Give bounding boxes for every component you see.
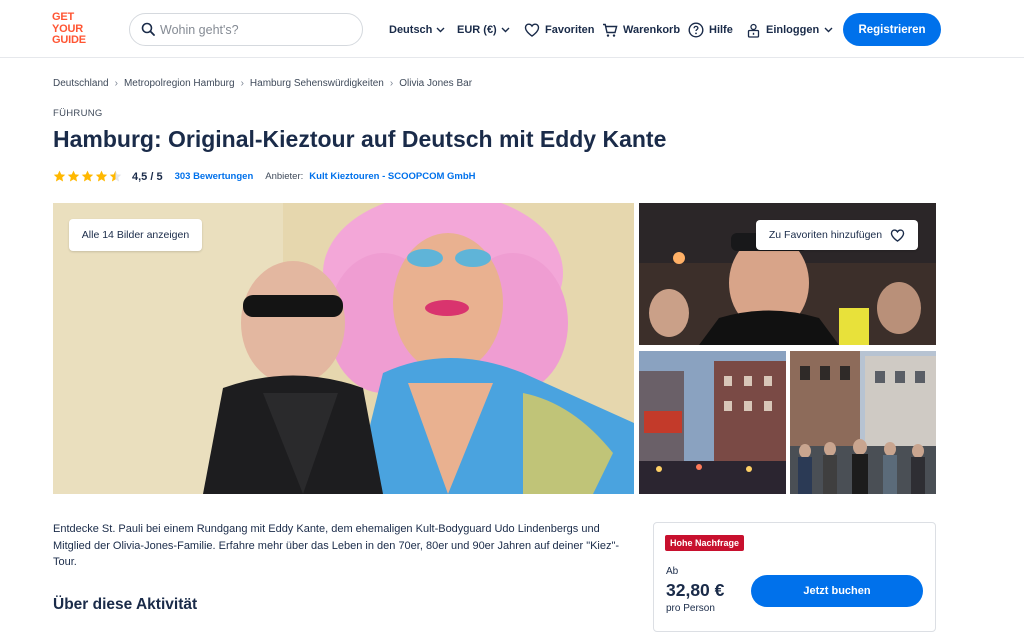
- per-person-label: pro Person: [666, 603, 715, 614]
- breadcrumb-item[interactable]: Deutschland: [53, 78, 109, 89]
- star-icon: [67, 170, 80, 182]
- breadcrumb: Deutschland › Metropolregion Hamburg › H…: [53, 78, 472, 89]
- login-label: Einloggen: [766, 24, 820, 36]
- star-icon: [81, 170, 94, 182]
- page-title: Hamburg: Original-Kieztour auf Deutsch m…: [53, 126, 667, 152]
- provider-label: Anbieter:: [265, 171, 304, 182]
- star-icon: [95, 170, 108, 182]
- star-half-icon: [109, 170, 122, 182]
- show-all-photos-button[interactable]: Alle 14 Bilder anzeigen: [69, 219, 202, 251]
- register-button[interactable]: Registrieren: [843, 13, 941, 46]
- favorites-link[interactable]: Favoriten: [524, 20, 595, 40]
- breadcrumb-item[interactable]: Olivia Jones Bar: [399, 78, 472, 89]
- about-heading: Über diese Aktivität: [53, 596, 198, 613]
- help-label: Hilfe: [709, 24, 733, 36]
- cart-icon: [603, 23, 618, 37]
- photo-illustration: [639, 351, 786, 494]
- cart-link[interactable]: Warenkorb: [602, 20, 680, 40]
- activity-category: FÜHRUNG: [53, 108, 103, 119]
- add-to-favorites-button[interactable]: Zu Favoriten hinzufügen: [756, 220, 918, 250]
- cart-label: Warenkorb: [623, 24, 681, 36]
- breadcrumb-item[interactable]: Hamburg Sehenswürdigkeiten: [250, 78, 384, 89]
- top-header: GET YOUR GUIDE Deutsch EUR (€) Favoriten…: [0, 0, 1024, 58]
- rating-score: 4,5 / 5: [132, 170, 163, 183]
- getyourguide-logo[interactable]: GET YOUR GUIDE: [52, 11, 96, 48]
- currency-selector[interactable]: EUR (€): [457, 20, 510, 40]
- logo-line-3: GUIDE: [52, 34, 86, 46]
- photo-gallery: Alle 14 Bilder anzeigen Zu Favoriten hin…: [53, 203, 936, 494]
- reviews-link[interactable]: 303 Bewertungen: [175, 171, 254, 182]
- user-lock-icon: [747, 23, 760, 38]
- gallery-photo-top-right[interactable]: Zu Favoriten hinzufügen: [639, 203, 936, 345]
- high-demand-badge: Hohe Nachfrage: [665, 535, 745, 551]
- logo-line-1: GET: [52, 11, 75, 23]
- star-icon: [53, 170, 66, 182]
- breadcrumb-separator: ›: [389, 78, 394, 89]
- photo-illustration: [790, 351, 936, 494]
- favorites-label: Favoriten: [545, 24, 595, 36]
- heart-icon: [524, 23, 540, 37]
- breadcrumb-separator: ›: [240, 78, 244, 89]
- activity-description: Entdecke St. Pauli bei einem Rundgang mi…: [53, 523, 620, 568]
- booking-card: Hohe Nachfrage Ab 32,80 € pro Person Jet…: [653, 522, 936, 632]
- chevron-down-icon: [436, 27, 445, 33]
- price-value: 32,80 €: [666, 580, 725, 600]
- chevron-down-icon: [501, 27, 510, 33]
- help-link[interactable]: Hilfe: [688, 20, 733, 40]
- chevron-down-icon: [824, 27, 833, 33]
- main-photo[interactable]: Alle 14 Bilder anzeigen: [53, 203, 634, 494]
- price-from-label: Ab: [666, 566, 679, 577]
- login-menu[interactable]: Einloggen: [746, 20, 833, 40]
- currency-label: EUR (€): [457, 24, 497, 36]
- heart-icon: [890, 228, 905, 242]
- provider-link[interactable]: Kult Kieztouren - SCOOPCOM GmbH: [309, 171, 475, 182]
- search-icon: [141, 22, 155, 36]
- help-icon: [688, 22, 704, 38]
- search-box[interactable]: [129, 13, 363, 46]
- breadcrumb-separator: ›: [114, 78, 118, 89]
- gallery-photo-bottom-left[interactable]: [639, 351, 786, 494]
- breadcrumb-item[interactable]: Metropolregion Hamburg: [124, 78, 235, 89]
- search-input[interactable]: [160, 14, 355, 45]
- add-to-favorites-label: Zu Favoriten hinzufügen: [768, 229, 883, 241]
- language-label: Deutsch: [389, 24, 433, 36]
- language-selector[interactable]: Deutsch: [389, 20, 445, 40]
- rating-row: 4,5 / 5 303 Bewertungen Anbieter: Kult K…: [53, 170, 476, 183]
- star-rating: [53, 170, 122, 183]
- book-now-button[interactable]: Jetzt buchen: [751, 575, 923, 607]
- gallery-photo-bottom-right[interactable]: [790, 351, 936, 494]
